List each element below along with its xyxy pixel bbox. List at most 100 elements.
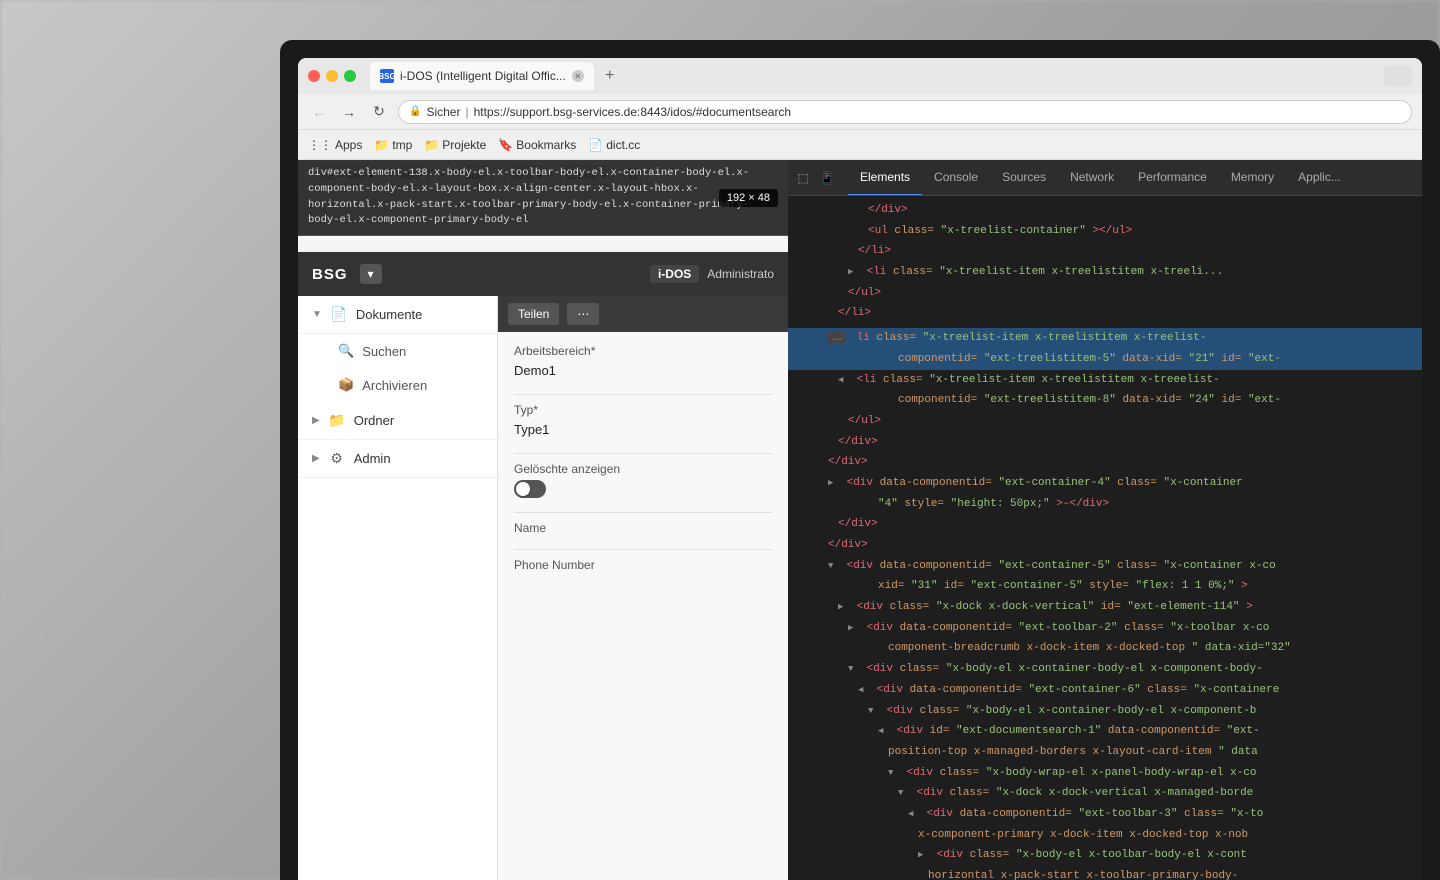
dom-line[interactable]: ▶ <div class= "x-body-el x-toolbar-body-… [788,845,1422,866]
dictcc-label: dict.cc [606,138,640,152]
tab-close-button[interactable]: ✕ [572,70,584,82]
dom-line-selected[interactable]: … li class= "x-treelist-item x-treelisti… [788,328,1422,349]
ellipsis-button[interactable]: … [828,332,846,343]
dom-line[interactable]: <ul class= "x-treelist-container" ></ul> [788,221,1422,242]
bookmark-bookmarks[interactable]: 🔖 Bookmarks [498,138,576,152]
tab-console[interactable]: Console [922,160,990,196]
tab-application[interactable]: Applic... [1286,160,1353,196]
inspect-icon[interactable]: ⬚ [794,169,812,187]
dom-line-selected-2[interactable]: componentid= "ext-treelistitem-5" data-x… [788,349,1422,370]
dom-line[interactable]: ▶ <li class= "x-treelist-item x-treelist… [788,262,1422,283]
bookmark-tmp[interactable]: 📁 tmp [374,138,412,152]
arbeitsbereich-label: Arbeitsbereich* [514,344,772,358]
app-logo: BSG [312,266,348,283]
close-button[interactable] [308,70,320,82]
dom-line[interactable]: ▼ <div class= "x-dock x-dock-vertical x-… [788,783,1422,804]
bookmarks-bar: ⋮⋮ Apps 📁 tmp 📁 Projekte 🔖 Bookmarks 📄 d… [298,130,1422,160]
dom-indent [808,245,858,257]
geloeschte-toggle[interactable] [514,480,546,498]
dom-indent [808,332,828,344]
sidebar-item-ordner[interactable]: ▶ 📁 Ordner [298,402,497,440]
sidebar-item-admin[interactable]: ▶ ⚙ Admin [298,440,497,478]
tab-performance[interactable]: Performance [1126,160,1219,196]
sidebar-item-dokumente[interactable]: ▼ 📄 Dokumente [298,296,497,334]
minimize-button[interactable] [326,70,338,82]
maximize-button[interactable] [344,70,356,82]
dom-indent [808,870,928,880]
dom-indent [808,705,868,717]
sidebar-item-suchen[interactable]: 🔍 Suchen [298,334,497,368]
dom-line[interactable]: </div> [788,535,1422,556]
browser-tab[interactable]: BSG i-DOS (Intelligent Digital Offic... … [370,62,594,90]
tab-sources[interactable]: Sources [990,160,1058,196]
tab-elements[interactable]: Elements [848,160,922,196]
apps-label: Apps [335,138,362,152]
devtools-panel: ⬚ 📱 Elements Console Sources Network [788,160,1422,880]
dom-line[interactable]: ◀ <li class= "x-treelist-item x-treelist… [788,370,1422,391]
tab-memory[interactable]: Memory [1219,160,1286,196]
tab-favicon: BSG [380,69,394,83]
tooltip-content: div#ext-element-138.x-body-el.x-toolbar-… [308,166,778,229]
dom-line[interactable]: ▶ <div class= "x-dock x-dock-vertical" i… [788,597,1422,618]
dom-tree[interactable]: </div> <ul class= "x-treelist-container"… [788,196,1422,880]
header-dropdown[interactable]: ▾ [360,264,382,284]
dom-line[interactable]: </div> [788,452,1422,473]
geloeschte-label: Gelöschte anzeigen [514,462,772,476]
bookmarks-icon: 🔖 [498,138,513,152]
expand-arrow-dokumente: ▼ [312,309,322,320]
dom-line[interactable]: ▼ <div data-componentid= "ext-container-… [788,556,1422,577]
dom-line[interactable]: componentid= "ext-treelistitem-8" data-x… [788,390,1422,411]
dom-line[interactable]: component-breadcrumb x-dock-item x-docke… [788,638,1422,659]
reload-button[interactable]: ↻ [368,101,390,123]
devtools-icons: ⬚ 📱 [794,169,836,187]
tmp-label: tmp [392,138,412,152]
dom-line[interactable]: ▼ <div class= "x-body-el x-container-bod… [788,659,1422,680]
dom-line[interactable]: ▶ <div data-componentid= "ext-container-… [788,473,1422,494]
tab-bar: BSG i-DOS (Intelligent Digital Offic... … [370,62,622,90]
url-bar[interactable]: 🔒 Sicher | https://support.bsg-services.… [398,100,1412,124]
bookmark-dictcc[interactable]: 📄 dict.cc [588,138,640,152]
dom-line[interactable]: </ul> [788,283,1422,304]
dom-line[interactable]: </div> [788,514,1422,535]
dom-indent [808,808,908,820]
sidebar: ▼ 📄 Dokumente 🔍 Suchen 📦 Archiviere [298,296,498,880]
folder-icon-tmp: 📁 [374,138,389,152]
dom-line[interactable]: ◀ <div data-componentid= "ext-toolbar-3"… [788,804,1422,825]
dom-line[interactable]: ▼ <div class= "x-body-el x-container-bod… [788,701,1422,722]
apps-icon: ⋮⋮ [308,138,332,152]
dom-line[interactable]: horizontal x-pack-start x-toolbar-primar… [788,866,1422,880]
new-tab-button[interactable]: + [598,64,622,88]
dom-indent [808,746,888,758]
dom-line[interactable]: xid= "31" id= "ext-container-5" style= "… [788,576,1422,597]
dropdown-arrow: ▾ [368,267,374,281]
more-button[interactable]: ⋯ [567,303,599,325]
dom-line[interactable]: ▶ <div data-componentid= "ext-toolbar-2"… [788,618,1422,639]
teilen-button[interactable]: Teilen [508,303,559,325]
dom-line[interactable]: ◀ <div id= "ext-documentsearch-1" data-c… [788,721,1422,742]
dom-line[interactable]: ◀ <div data-componentid= "ext-container-… [788,680,1422,701]
dom-line[interactable]: </div> [788,432,1422,453]
dom-line[interactable]: </ul> [788,411,1422,432]
device-toolbar-icon[interactable]: 📱 [818,169,836,187]
sidebar-item-archivieren[interactable]: 📦 Archivieren [298,368,497,402]
ordner-icon: 📁 [328,412,346,429]
dom-line[interactable]: "4" style= "height: 50px;" >–</div> [788,494,1422,515]
expand-arrow-ordner: ▶ [312,415,320,426]
dom-line[interactable]: </li> [788,241,1422,262]
dom-line[interactable]: </div> [788,200,1422,221]
dom-line[interactable]: </li> [788,303,1422,324]
header-right: i-DOS Administrato [650,265,774,283]
dom-line[interactable]: position-top x-managed-borders x-layout-… [788,742,1422,763]
app-body: ▼ 📄 Dokumente 🔍 Suchen 📦 Archiviere [298,296,788,880]
tab-network[interactable]: Network [1058,160,1126,196]
back-button[interactable]: ← [308,101,330,123]
dom-indent [808,539,828,551]
field-divider-2 [514,453,772,454]
dom-line[interactable]: x-component-primary x-dock-item x-docked… [788,825,1422,846]
dom-indent [808,477,828,489]
bookmark-apps[interactable]: ⋮⋮ Apps [308,138,362,152]
forward-button[interactable]: → [338,101,360,123]
browser-titlebar: BSG i-DOS (Intelligent Digital Offic... … [298,58,1422,94]
bookmark-projekte[interactable]: 📁 Projekte [424,138,486,152]
dom-line[interactable]: ▼ <div class= "x-body-wrap-el x-panel-bo… [788,763,1422,784]
